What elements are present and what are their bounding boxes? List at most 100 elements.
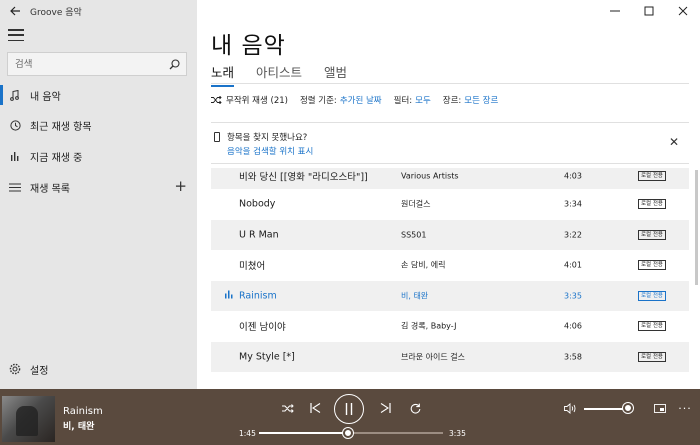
song-duration: 3:34 — [564, 199, 582, 209]
seek-bar[interactable] — [259, 428, 443, 438]
more-options-icon[interactable]: ··· — [677, 401, 693, 415]
close-window-icon[interactable] — [666, 0, 700, 22]
filter-bar: 무작위 재생 (21) 정렬 기준: 추가된 날짜 필터: 모두 장르: 모든 … — [211, 94, 510, 106]
player-bar: Rainism 비, 태완 1:45 3:35 ··· — [0, 389, 700, 445]
local-only-badge: 로컬 전용 — [638, 199, 666, 210]
total-time: 3:35 — [449, 429, 466, 438]
song-title: My Style [*] — [239, 351, 295, 363]
table-row[interactable]: 비와 당신 [[영화 "라디오스타"]] Various Artists 4:0… — [211, 168, 689, 189]
notice-link[interactable]: 음악을 검색할 위치 표시 — [227, 145, 313, 157]
equalizer-icon — [0, 151, 30, 161]
now-playing-title[interactable]: Rainism — [63, 406, 103, 417]
local-only-badge: 로컬 전용 — [638, 351, 666, 362]
next-icon[interactable] — [377, 401, 393, 415]
settings-label: 설정 — [30, 365, 49, 377]
repeat-icon[interactable] — [407, 401, 423, 415]
table-row[interactable]: My Style [*] 브라운 아이드 걸스 3:58 로컬 전용 — [211, 341, 689, 372]
local-only-badge: 로컬 전용 — [638, 229, 666, 240]
table-row-now-playing[interactable]: Rainism 비, 태완 3:35 로컬 전용 — [211, 280, 689, 311]
song-artist: 비, 태완 — [401, 291, 429, 301]
local-only-badge: 로컬 전용 — [638, 290, 666, 301]
phone-icon — [214, 132, 220, 142]
tabs-divider — [211, 83, 689, 84]
music-note-icon — [0, 89, 30, 101]
maximize-icon[interactable] — [632, 0, 666, 22]
genre-dropdown[interactable]: 모든 장르 — [464, 94, 498, 106]
song-title: U R Man — [239, 229, 279, 241]
song-list: 비와 당신 [[영화 "라디오스타"]] Various Artists 4:0… — [211, 168, 689, 389]
song-title: 비와 당신 [[영화 "라디오스타"]] — [239, 172, 368, 184]
sidebar-item-now-playing[interactable]: 지금 재생 중 — [0, 142, 197, 170]
shuffle-icon — [211, 96, 222, 104]
add-playlist-icon[interactable]: + — [174, 178, 187, 194]
close-icon[interactable]: ✕ — [669, 135, 679, 149]
search-box — [7, 52, 187, 76]
main-panel: 내 음악 노래 아티스트 앨범 무작위 재생 (21) 정렬 기준: 추가된 날… — [197, 0, 700, 389]
song-artist: 브라운 아이드 걸스 — [401, 352, 465, 362]
seek-handle[interactable] — [342, 428, 353, 438]
song-title: 이젠 남이야 — [239, 322, 286, 334]
app-title: Groove 음악 — [30, 7, 82, 18]
song-duration: 4:01 — [564, 260, 582, 270]
notice-title: 항목을 찾지 못했나요? — [227, 133, 308, 143]
song-duration: 3:22 — [564, 230, 582, 240]
table-row[interactable]: U R Man SS501 3:22 로컬 전용 — [211, 219, 689, 250]
elapsed-time: 1:45 — [239, 429, 256, 438]
sidebar-item-label: 재생 목록 — [30, 183, 70, 195]
sort-dropdown[interactable]: 추가된 날짜 — [340, 94, 382, 106]
volume-icon[interactable] — [562, 401, 578, 415]
song-artist: Various Artists — [401, 171, 459, 181]
search-icon[interactable] — [162, 53, 186, 75]
seek-progress — [259, 432, 349, 434]
song-duration: 4:06 — [564, 321, 582, 331]
pause-icon — [345, 403, 353, 415]
sidebar-item-settings[interactable]: 설정 — [0, 355, 197, 383]
sidebar-item-my-music[interactable]: 내 음악 — [0, 81, 197, 109]
now-playing-artist[interactable]: 비, 태완 — [63, 419, 94, 432]
back-arrow-icon — [9, 6, 20, 16]
song-artist: 손 담비, 에릭 — [401, 260, 446, 270]
song-title: Nobody — [239, 198, 276, 210]
song-duration: 4:03 — [564, 171, 582, 181]
table-row[interactable]: 이젠 남이야 김 경록, Baby-J 4:06 로컬 전용 — [211, 311, 689, 342]
filter-label: 필터: — [393, 96, 413, 106]
search-input[interactable] — [15, 58, 162, 70]
notice-banner: 항목을 찾지 못했나요? 음악을 검색할 위치 표시 ✕ — [211, 122, 689, 164]
song-artist: 원더걸스 — [401, 199, 431, 209]
scrollbar[interactable] — [695, 170, 698, 285]
table-row[interactable]: Nobody 원더걸스 3:34 로컬 전용 — [211, 189, 689, 220]
previous-icon[interactable] — [307, 401, 323, 415]
volume-handle[interactable] — [623, 403, 633, 413]
song-duration: 3:35 — [564, 291, 582, 301]
song-title: Rainism — [239, 290, 277, 302]
local-only-badge: 로컬 전용 — [638, 171, 666, 182]
page-title: 내 음악 — [211, 33, 286, 59]
hamburger-menu-icon[interactable] — [6, 27, 26, 43]
table-row[interactable]: 미쳤어 손 담비, 에릭 4:01 로컬 전용 — [211, 250, 689, 281]
local-only-badge: 로컬 전용 — [638, 260, 666, 271]
genre-label: 장르: — [442, 96, 462, 106]
gear-icon — [0, 363, 30, 375]
sidebar-item-label: 내 음악 — [30, 91, 61, 103]
shuffle-icon[interactable] — [280, 401, 296, 415]
sidebar-item-playlists[interactable]: 재생 목록 + — [0, 173, 197, 201]
shuffle-all-button[interactable]: 무작위 재생 (21) — [211, 94, 288, 106]
title-bar: Groove 음악 — [0, 0, 197, 22]
sidebar-item-label: 지금 재생 중 — [30, 152, 83, 164]
sidebar-item-label: 최근 재생 항목 — [30, 121, 92, 133]
minimize-icon[interactable] — [598, 0, 632, 22]
album-art[interactable] — [2, 396, 55, 442]
playlist-icon — [0, 182, 30, 192]
sidebar-item-recent[interactable]: 최근 재생 항목 — [0, 111, 197, 139]
filter-dropdown[interactable]: 모두 — [415, 94, 431, 106]
song-artist: 김 경록, Baby-J — [401, 321, 457, 331]
mini-player-icon[interactable] — [652, 401, 668, 415]
pause-button[interactable] — [334, 394, 364, 424]
back-button[interactable] — [0, 0, 30, 22]
sort-label: 정렬 기준: — [299, 96, 337, 106]
sidebar: Groove 음악 내 음악 최근 재생 항목 지금 재생 중 재생 목록 + — [0, 0, 197, 389]
clock-icon — [0, 119, 30, 131]
window-controls — [598, 0, 700, 22]
now-playing-icon — [225, 290, 234, 301]
song-artist: SS501 — [401, 230, 427, 240]
